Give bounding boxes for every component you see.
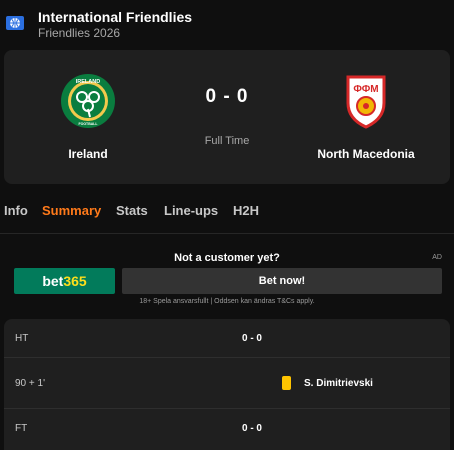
event-score: 0 - 0	[241, 423, 262, 434]
fyrom-crest-text: ФФМ	[353, 84, 378, 95]
tab-stats[interactable]: Stats	[116, 203, 148, 218]
ad-tag: AD	[432, 254, 442, 261]
league-header[interactable]: International Friendlies Friendlies 2026	[0, 0, 454, 48]
match-events: HT 0 - 0 90 + 1' S. Dimitrievski FT 0 - …	[4, 319, 450, 450]
ireland-crest-text: IRELAND	[76, 79, 100, 85]
away-team-name[interactable]: North Macedonia	[304, 147, 428, 161]
tab-info[interactable]: Info	[4, 203, 28, 218]
tab-summary[interactable]: Summary	[42, 203, 101, 218]
bet365-logo-part1: bet	[42, 273, 64, 289]
league-subtitle: Friendlies 2026	[38, 26, 121, 40]
north-macedonia-crest-icon[interactable]: ФФМ	[338, 73, 394, 129]
event-time: 90 + 1'	[15, 378, 45, 389]
ad-disclaimer: 18+ Spela ansvarsfullt | Oddsen kan ändr…	[139, 298, 315, 305]
bet-now-button[interactable]: Bet now!	[122, 268, 442, 294]
yellow-card-icon	[282, 376, 291, 390]
ireland-crest-bottom-text: FOOTBALL	[78, 122, 98, 126]
tabs-divider	[0, 233, 454, 234]
home-team-name[interactable]: Ireland	[48, 147, 128, 161]
event-row-card[interactable]: 90 + 1' S. Dimitrievski	[4, 357, 450, 408]
event-player[interactable]: S. Dimitrievski	[304, 378, 373, 389]
match-status: Full Time	[204, 135, 250, 147]
bet365-logo-part2: 365	[63, 273, 87, 289]
event-score: 0 - 0	[241, 333, 262, 344]
league-title: International Friendlies	[38, 9, 193, 25]
tab-h2h[interactable]: H2H	[233, 203, 259, 218]
bet365-logo[interactable]: bet365	[14, 268, 115, 294]
event-row-ft: FT 0 - 0	[4, 408, 450, 450]
event-row-ht: HT 0 - 0	[4, 319, 450, 357]
globe-icon	[6, 14, 24, 32]
match-card: IRELAND FOOTBALL Ireland 0 - 0 Full Time…	[4, 50, 450, 184]
ad-prompt: Not a customer yet?	[174, 252, 280, 264]
tab-line-ups[interactable]: Line-ups	[164, 203, 218, 218]
match-tabs: Info Summary Stats Line-ups H2H	[0, 201, 454, 223]
